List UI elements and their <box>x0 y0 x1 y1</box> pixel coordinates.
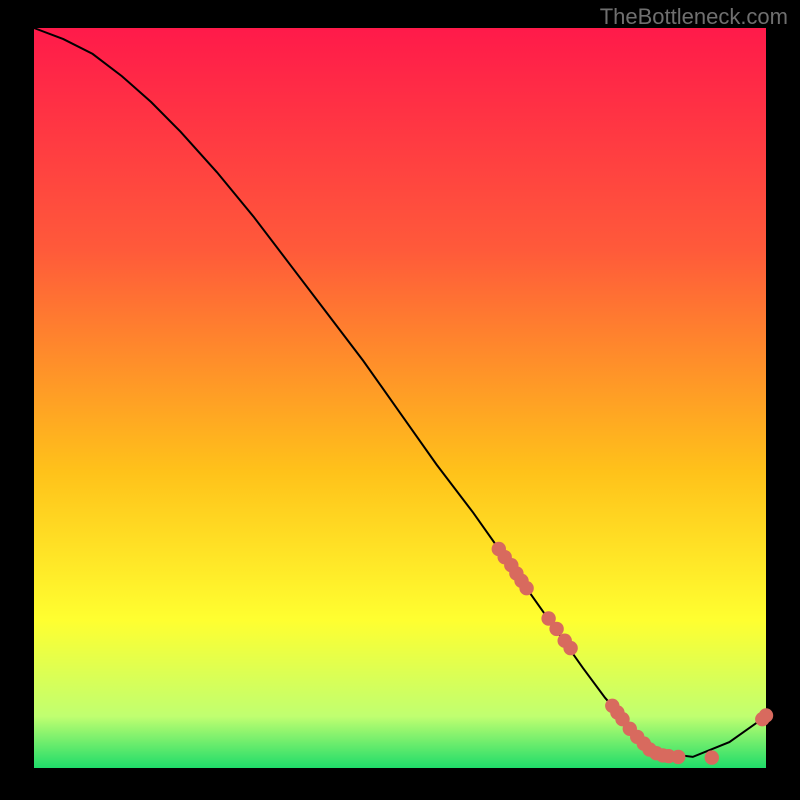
data-marker <box>759 708 773 722</box>
watermark-text: TheBottleneck.com <box>600 4 788 30</box>
data-marker <box>671 750 685 764</box>
data-marker <box>705 750 719 764</box>
plot-area <box>34 28 766 768</box>
data-marker <box>519 581 533 595</box>
data-marker <box>563 641 577 655</box>
chart-canvas <box>0 0 800 800</box>
data-marker <box>549 622 563 636</box>
